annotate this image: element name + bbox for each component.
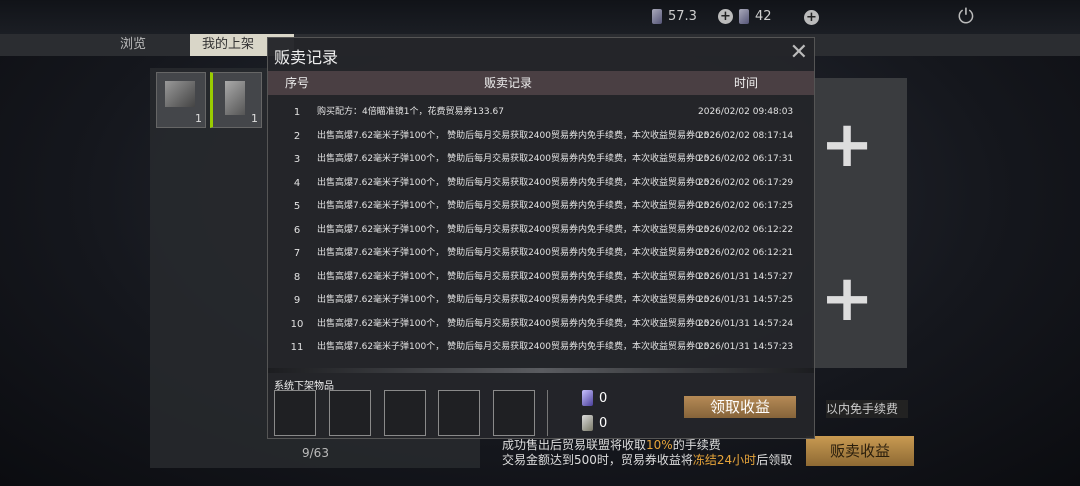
row-record: 出售高爆7.62毫米子弹100个， 赞助后每月交易获取2400贸易券内免手续费，… — [317, 271, 710, 282]
row-number: 1 — [293, 107, 301, 118]
table-row: 7 出售高爆7.62毫米子弹100个， 赞助后每月交易获取2400贸易券内免手续费… — [268, 242, 814, 266]
currency-1: 57.3 — [652, 9, 697, 24]
inventory-slot[interactable]: 1 — [210, 72, 262, 128]
inventory-slot[interactable]: 1 — [156, 72, 206, 128]
inventory-count: 9/63 — [302, 446, 329, 460]
table-row: 11 出售高爆7.62毫米子弹100个， 赞助后每月交易获取2400贸易券内免手续… — [268, 336, 814, 360]
row-record: 出售高爆7.62毫米子弹100个， 赞助后每月交易获取2400贸易券内免手续费，… — [317, 201, 710, 211]
ticket-a-value: 0 — [599, 390, 608, 406]
row-time: 2026/01/31 14:57:24 — [698, 318, 794, 329]
row-record: 出售高爆7.62毫米子弹100个， 赞助后每月交易获取2400贸易券内免手续费，… — [317, 342, 710, 352]
freeze-duration: 冻结24小时 — [692, 453, 757, 467]
fee-note: 成功售出后贸易联盟将收取10%的手续费 交易金额达到500时，贸易券收益将冻结2… — [502, 438, 792, 468]
row-record: 出售高爆7.62毫米子弹100个， 赞助后每月交易获取2400贸易券内免手续费，… — [317, 248, 710, 258]
row-number: 5 — [293, 201, 301, 212]
row-time: 2026/01/31 14:57:27 — [698, 271, 794, 282]
column-header-time: 时间 — [734, 76, 759, 90]
row-number: 10 — [290, 318, 304, 330]
ticket-b-balance: 0 — [582, 415, 607, 431]
close-icon[interactable]: ✕ — [790, 40, 808, 65]
fee-bar: 以内免手续费 — [826, 400, 908, 418]
top-bar — [0, 0, 1080, 34]
delisted-item-slot[interactable] — [438, 390, 480, 436]
divider — [547, 390, 548, 436]
table-row: 4 出售高爆7.62毫米子弹100个， 赞助后每月交易获取2400贸易券内免手续费… — [268, 172, 814, 196]
row-number: 7 — [293, 248, 301, 259]
delisted-item-slot[interactable] — [384, 390, 426, 436]
row-time: 2026/02/02 08:17:14 — [698, 130, 794, 141]
trade-ticket-icon — [582, 390, 593, 406]
sell-income-button[interactable]: 贩卖收益 — [806, 436, 914, 466]
row-time: 2026/02/02 06:17:29 — [698, 177, 794, 188]
row-record: 出售高爆7.62毫米子弹100个， 赞助后每月交易获取2400贸易券内免手续费，… — [317, 318, 710, 329]
row-time: 2026/02/02 06:17:25 — [698, 201, 794, 211]
row-number: 2 — [293, 130, 301, 142]
row-record: 出售高爆7.62毫米子弹100个， 赞助后每月交易获取2400贸易券内免手续费，… — [317, 295, 710, 305]
table-row: 2 出售高爆7.62毫米子弹100个， 赞助后每月交易获取2400贸易券内免手续费… — [268, 125, 814, 149]
tab-browse[interactable]: 浏览 — [108, 34, 158, 56]
add-listing-icon[interactable]: + — [820, 267, 874, 331]
table-row: 5 出售高爆7.62毫米子弹100个， 赞助后每月交易获取2400贸易券内免手续费… — [268, 195, 814, 219]
ticket-icon — [652, 9, 662, 24]
currency-2: + 42 — [718, 9, 772, 24]
delisted-item-slot[interactable] — [274, 390, 316, 436]
currency-1-value: 57.3 — [668, 9, 697, 24]
row-number: 9 — [293, 295, 301, 306]
fee-note-text: 交易金额达到500时，贸易券收益将 — [502, 453, 693, 467]
row-record: 购买配方：4倍瞄准镜1个，花费贸易券133.67 — [317, 107, 504, 117]
row-number: 11 — [290, 342, 304, 353]
add-listing-icon[interactable]: + — [820, 113, 874, 177]
ticket-a-balance: 0 — [582, 390, 607, 406]
trade-ticket-icon — [582, 415, 593, 431]
plus-circle-icon[interactable]: + — [718, 9, 733, 24]
ticket-b-value: 0 — [599, 415, 608, 431]
row-time: 2026/01/31 14:57:25 — [698, 295, 794, 305]
claim-income-button[interactable]: 领取收益 — [684, 396, 796, 418]
row-number: 3 — [293, 154, 301, 165]
dialog-title: 贩卖记录 — [274, 48, 339, 67]
plus-circle-icon[interactable]: + — [804, 10, 819, 25]
column-header-no: 序号 — [285, 76, 310, 90]
table-header: 序号 贩卖记录 时间 — [268, 71, 814, 95]
currency-2-value: 42 — [755, 9, 772, 24]
delisted-item-slot[interactable] — [493, 390, 535, 436]
row-record: 出售高爆7.62毫米子弹100个， 赞助后每月交易获取2400贸易券内免手续费，… — [317, 177, 710, 188]
row-time: 2026/02/02 09:48:03 — [698, 107, 794, 117]
rifle-part-icon — [165, 81, 195, 107]
row-number: 4 — [293, 177, 301, 189]
row-number: 6 — [293, 224, 301, 236]
row-record: 出售高爆7.62毫米子弹100个， 赞助后每月交易获取2400贸易券内免手续费，… — [317, 154, 710, 164]
axe-icon — [225, 81, 245, 115]
table-row: 9 出售高爆7.62毫米子弹100个， 赞助后每月交易获取2400贸易券内免手续费… — [268, 289, 814, 313]
table-row: 3 出售高爆7.62毫米子弹100个， 赞助后每月交易获取2400贸易券内免手续费… — [268, 148, 814, 172]
sales-record-dialog: 贩卖记录 ✕ 序号 贩卖记录 时间 1 购买配方：4倍瞄准镜1个，花费贸易券133… — [267, 37, 815, 439]
ticket-icon — [739, 9, 749, 24]
table-row: 10 出售高爆7.62毫米子弹100个， 赞助后每月交易获取2400贸易券内免手续… — [268, 313, 814, 337]
fee-note-text: 后领取 — [756, 453, 793, 467]
table-row: 8 出售高爆7.62毫米子弹100个， 赞助后每月交易获取2400贸易券内免手续费… — [268, 266, 814, 290]
fee-percent: 10% — [646, 438, 673, 452]
fee-note-text: 的手续费 — [672, 438, 721, 452]
slot-quantity: 1 — [195, 112, 202, 125]
row-record: 出售高爆7.62毫米子弹100个， 赞助后每月交易获取2400贸易券内免手续费，… — [317, 130, 710, 141]
table-row: 1 购买配方：4倍瞄准镜1个，花费贸易券133.67 2026/02/02 09:4… — [268, 101, 814, 125]
table-row: 6 出售高爆7.62毫米子弹100个， 赞助后每月交易获取2400贸易券内免手续费… — [268, 219, 814, 243]
delisted-item-slot[interactable] — [329, 390, 371, 436]
power-icon[interactable]: ⏻ — [958, 4, 974, 28]
fee-note-text: 成功售出后贸易联盟将收取 — [502, 438, 647, 452]
row-time: 2026/02/02 06:17:31 — [698, 154, 794, 164]
row-number: 8 — [293, 271, 301, 283]
scroll-divider — [268, 368, 814, 373]
slot-quantity: 1 — [251, 112, 258, 125]
column-header-record: 贩卖记录 — [484, 76, 533, 90]
row-time: 2026/02/02 06:12:21 — [698, 248, 794, 258]
row-time: 2026/02/02 06:12:22 — [698, 224, 794, 235]
row-record: 出售高爆7.62毫米子弹100个， 赞助后每月交易获取2400贸易券内免手续费，… — [317, 224, 710, 235]
row-time: 2026/01/31 14:57:23 — [698, 342, 794, 352]
records-list[interactable]: 1 购买配方：4倍瞄准镜1个，花费贸易券133.67 2026/02/02 09:4… — [268, 101, 814, 366]
